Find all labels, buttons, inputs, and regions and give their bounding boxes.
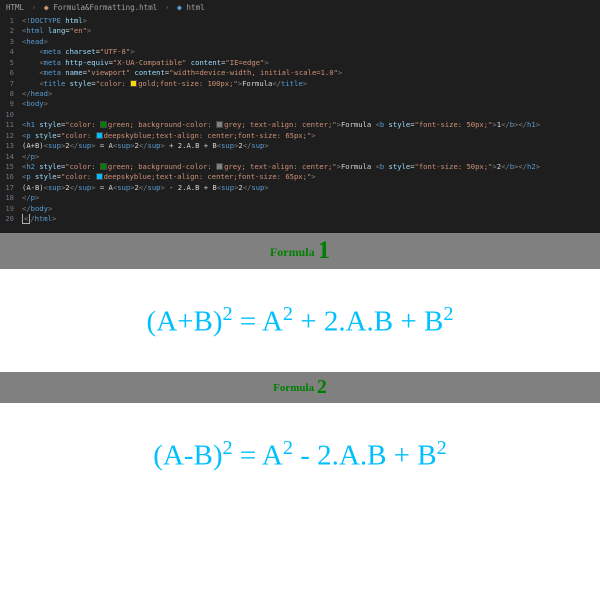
line-number: 7 <box>0 79 22 89</box>
line-number: 8 <box>0 89 22 99</box>
code-line[interactable]: <h1 style="color: green; background-colo… <box>22 120 600 130</box>
line-number: 19 <box>0 204 22 214</box>
code-line[interactable]: <p style="color: deepskyblue;text-align:… <box>22 172 600 182</box>
code-line[interactable]: <body> <box>22 99 600 109</box>
color-swatch-icon <box>96 132 103 139</box>
code-area[interactable]: 1<!DOCTYPE html> 2<html lang="en"> 3<hea… <box>0 16 600 227</box>
chevron-right-icon: › <box>32 3 37 12</box>
line-number: 9 <box>0 99 22 109</box>
formula-heading-1: Formula 1 <box>0 233 600 269</box>
line-number: 6 <box>0 68 22 78</box>
breadcrumb-item[interactable]: HTML <box>6 3 24 12</box>
color-swatch-icon <box>100 121 107 128</box>
heading-number: 1 <box>318 237 331 264</box>
formula-heading-2: Formula 2 <box>0 372 600 403</box>
line-number: 11 <box>0 120 22 130</box>
line-number: 2 <box>0 26 22 36</box>
formula-1: (A+B)2 = A2 + 2.A.B + B2 <box>0 269 600 373</box>
line-number: 17 <box>0 183 22 193</box>
line-number: 10 <box>0 110 22 120</box>
breadcrumb-item[interactable]: Formula&Formatting.html <box>53 3 157 12</box>
color-swatch-icon <box>96 173 103 180</box>
heading-number: 2 <box>317 376 327 398</box>
code-line[interactable]: <!DOCTYPE html> <box>22 16 600 26</box>
breadcrumb: HTML › ⬥ Formula&Formatting.html › ⬥ htm… <box>0 0 600 16</box>
code-line[interactable]: <meta charset="UTF-8"> <box>22 47 600 57</box>
code-line[interactable]: <meta name="viewport" content="width=dev… <box>22 68 600 78</box>
code-line[interactable]: <meta http-equiv="X-UA-Compatible" conte… <box>22 58 600 68</box>
color-swatch-icon <box>216 163 223 170</box>
color-swatch-icon <box>100 163 107 170</box>
formula-2: (A-B)2 = A2 - 2.A.B + B2 <box>0 403 600 507</box>
line-number: 20 <box>0 214 22 224</box>
breadcrumb-item[interactable]: html <box>187 3 205 12</box>
line-number: 5 <box>0 58 22 68</box>
code-line[interactable]: <p style="color: deepskyblue;text-align:… <box>22 131 600 141</box>
code-line[interactable]: <html lang="en"> <box>22 26 600 36</box>
chevron-right-icon: › <box>165 3 170 12</box>
code-line[interactable] <box>22 110 600 120</box>
code-line[interactable]: </body> <box>22 204 600 214</box>
line-number: 18 <box>0 193 22 203</box>
line-number: 16 <box>0 172 22 182</box>
code-line[interactable]: <head> <box>22 37 600 47</box>
line-number: 1 <box>0 16 22 26</box>
heading-label: Formula <box>273 382 317 394</box>
code-line[interactable]: (A-B)<sup>2</sup> = A<sup>2</sup> - 2.A.… <box>22 183 600 193</box>
heading-label: Formula <box>270 245 318 259</box>
line-number: 15 <box>0 162 22 172</box>
line-number: 13 <box>0 141 22 151</box>
code-line[interactable]: </html> <box>22 214 600 224</box>
code-line[interactable]: <title style="color: gold;font-size: 100… <box>22 79 600 89</box>
code-line[interactable]: </p> <box>22 193 600 203</box>
color-swatch-icon <box>130 80 137 87</box>
line-number: 12 <box>0 131 22 141</box>
preview-panel: Formula 1 (A+B)2 = A2 + 2.A.B + B2 Formu… <box>0 233 600 507</box>
line-number: 4 <box>0 47 22 57</box>
code-line[interactable]: </head> <box>22 89 600 99</box>
line-number: 14 <box>0 152 22 162</box>
code-line[interactable]: </p> <box>22 152 600 162</box>
color-swatch-icon <box>216 121 223 128</box>
code-line[interactable]: (A+B)<sup>2</sup> = A<sup>2</sup> + 2.A.… <box>22 141 600 151</box>
code-editor-panel: HTML › ⬥ Formula&Formatting.html › ⬥ htm… <box>0 0 600 233</box>
code-line[interactable]: <h2 style="color: green; background-colo… <box>22 162 600 172</box>
line-number: 3 <box>0 37 22 47</box>
